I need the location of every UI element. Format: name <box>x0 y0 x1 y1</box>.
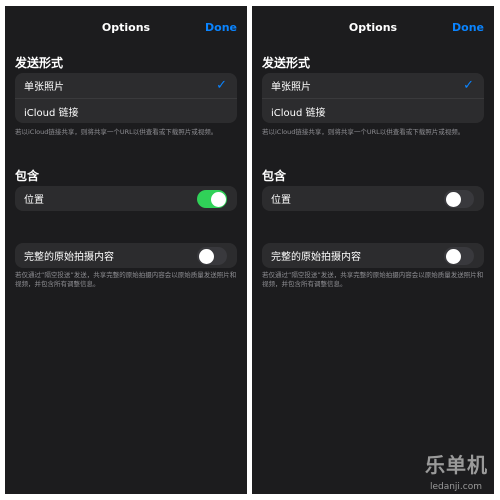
send-format-header: 发送形式 <box>15 56 64 70</box>
watermark-logo-text: 乐单机 <box>425 453 488 477</box>
options-screen-right: Options Done 发送形式 单张照片 ✓ iCloud 链接 若以iCl… <box>252 6 494 494</box>
original-content-group: 完整的原始拍摄内容 <box>262 243 484 268</box>
original-content-footnote: 若仅通过“隔空投送”发送，共享完整的原始拍摄内容会以原始质量发送照片和视频，并包… <box>15 271 237 288</box>
location-label: 位置 <box>271 195 291 206</box>
done-button[interactable]: Done <box>452 21 484 34</box>
toggle-knob <box>445 191 461 207</box>
original-content-toggle[interactable] <box>197 247 227 265</box>
location-row: 位置 <box>15 186 237 211</box>
original-content-label: 完整的原始拍摄内容 <box>271 252 361 263</box>
original-content-row: 完整的原始拍摄内容 <box>15 243 237 268</box>
original-content-footnote: 若仅通过“隔空投送”发送，共享完整的原始拍摄内容会以原始质量发送照片和视频，并包… <box>262 271 484 288</box>
original-content-group: 完整的原始拍摄内容 <box>15 243 237 268</box>
send-format-group: 单张照片 ✓ iCloud 链接 <box>262 73 484 123</box>
send-format-group: 单张照片 ✓ iCloud 链接 <box>15 73 237 123</box>
toggle-knob <box>445 248 461 264</box>
toggle-knob <box>210 191 226 207</box>
option-label: iCloud 链接 <box>24 107 79 119</box>
option-single-photo[interactable]: 单张照片 ✓ <box>15 73 237 98</box>
location-label: 位置 <box>24 195 44 206</box>
option-icloud-link[interactable]: iCloud 链接 <box>15 98 237 123</box>
original-content-label: 完整的原始拍摄内容 <box>24 252 114 263</box>
option-label: 单张照片 <box>271 82 311 93</box>
location-toggle[interactable] <box>197 190 227 208</box>
send-format-footnote: 若以iCloud链接共享，则将共享一个URL以供查看或下载照片或视频。 <box>262 128 465 136</box>
option-icloud-link[interactable]: iCloud 链接 <box>262 98 484 123</box>
include-header: 包含 <box>15 169 40 183</box>
location-toggle[interactable] <box>444 190 474 208</box>
location-row: 位置 <box>262 186 484 211</box>
toggle-knob <box>198 248 214 264</box>
send-format-header: 发送形式 <box>262 56 311 70</box>
include-group: 位置 <box>262 186 484 211</box>
options-screen-left: Options Done 发送形式 单张照片 ✓ iCloud 链接 若以iCl… <box>5 6 247 494</box>
include-header: 包含 <box>262 169 287 183</box>
include-group: 位置 <box>15 186 237 211</box>
checkmark-icon: ✓ <box>463 78 474 93</box>
option-single-photo[interactable]: 单张照片 ✓ <box>262 73 484 98</box>
option-label: 单张照片 <box>24 82 64 93</box>
original-content-toggle[interactable] <box>444 247 474 265</box>
original-content-row: 完整的原始拍摄内容 <box>262 243 484 268</box>
done-button[interactable]: Done <box>205 21 237 34</box>
send-format-footnote: 若以iCloud链接共享，则将共享一个URL以供查看或下载照片或视频。 <box>15 128 218 136</box>
checkmark-icon: ✓ <box>216 78 227 93</box>
option-label: iCloud 链接 <box>271 107 326 119</box>
watermark-url: ledanji.com <box>429 482 482 492</box>
